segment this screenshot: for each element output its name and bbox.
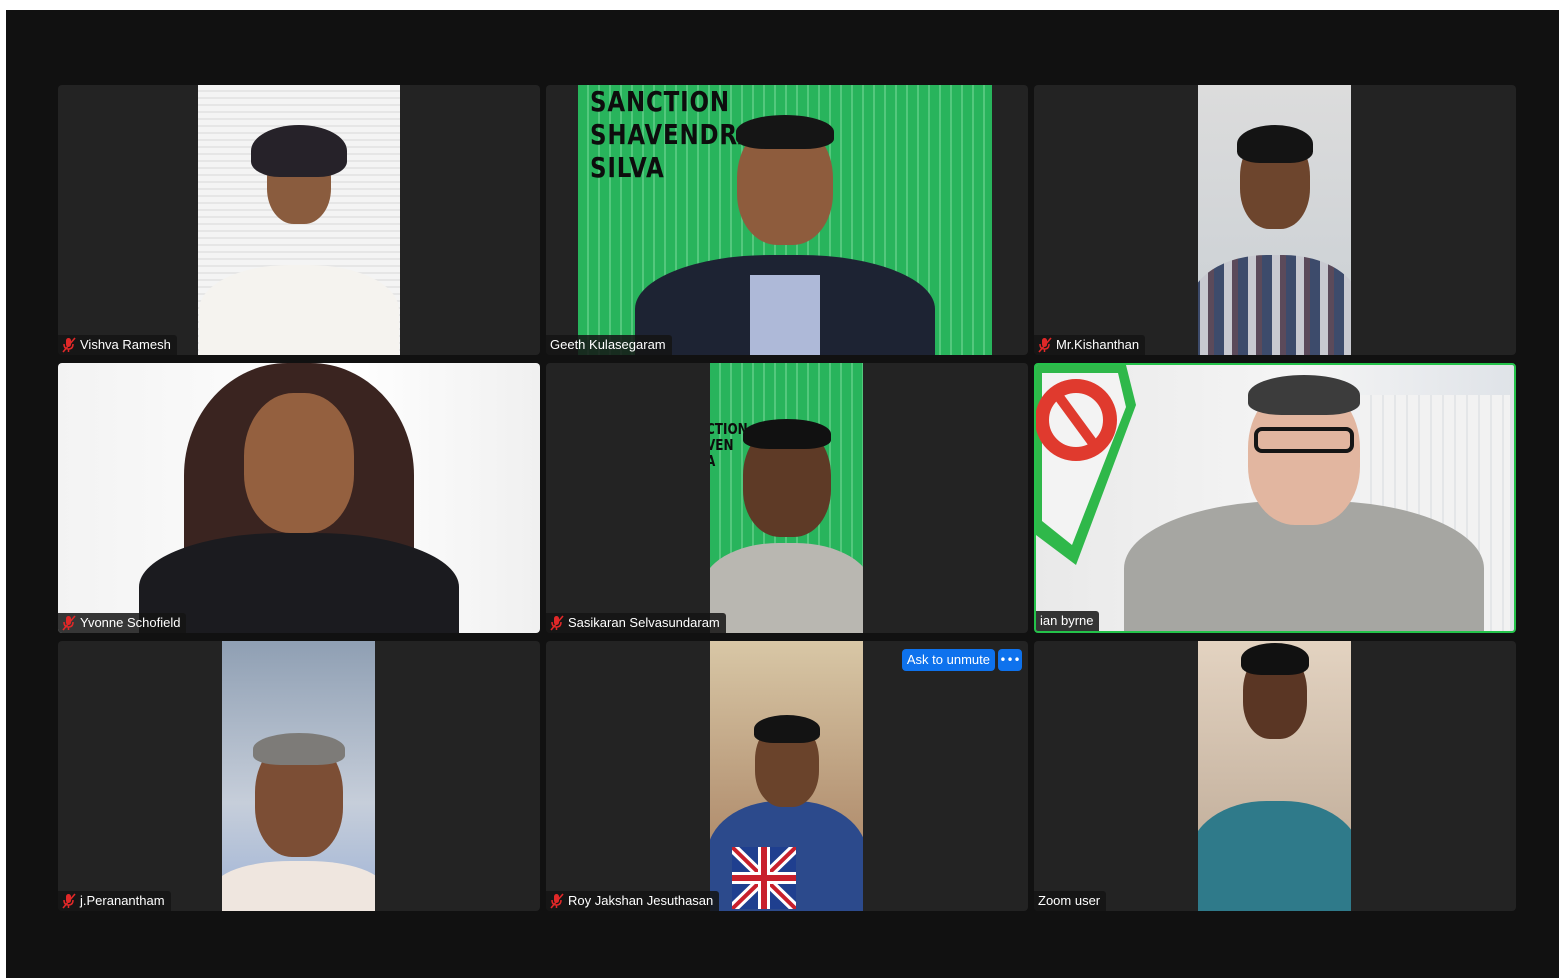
muted-mic-icon [62,615,76,631]
person-body [1198,801,1351,911]
muted-mic-icon [550,615,564,631]
participant-name: ian byrne [1040,613,1094,628]
gallery-view: Vishva Ramesh SANCTION SHAVENDRA SILVA G… [58,85,1516,911]
person-glasses [1253,427,1354,453]
participant-video [58,363,540,633]
participant-tile-geeth-kulasegaram[interactable]: SANCTION SHAVENDRA SILVA Geeth Kulasegar… [546,85,1028,355]
participant-tile-mr-kishanthan[interactable]: Mr.Kishanthan [1034,85,1516,355]
participant-video: SANCTION SHAVENDRA SILVA [578,85,992,355]
participant-video [1036,365,1514,631]
participant-name-tag: Geeth Kulasegaram [546,335,672,355]
participant-tile-sasikaran-selvasundaram[interactable]: CTION VEN A Sasikaran Selvasundaram [546,363,1028,633]
meeting-window: Vishva Ramesh SANCTION SHAVENDRA SILVA G… [6,10,1559,978]
muted-mic-icon [550,893,564,909]
participant-name-tag: Mr.Kishanthan [1034,335,1146,355]
participant-name: Mr.Kishanthan [1056,337,1140,352]
participant-name-tag: Vishva Ramesh [58,335,177,355]
participant-video [1198,641,1351,911]
participant-name: Sasikaran Selvasundaram [568,615,720,630]
person-body [710,543,863,633]
person-cap [251,125,347,177]
participant-name-tag: ian byrne [1036,611,1100,631]
participant-name-tag: Yvonne Schofield [58,613,187,633]
participant-name-tag: Sasikaran Selvasundaram [546,613,726,633]
participant-video [1198,85,1351,355]
more-options-button[interactable]: ••• [998,649,1022,671]
person-hair [736,115,834,149]
participant-name-tag: Roy Jakshan Jesuthasan [546,891,720,911]
participant-tile-vishva-ramesh[interactable]: Vishva Ramesh [58,85,540,355]
backdrop-banner: CTION VEN A [710,420,748,469]
person-head [244,393,354,533]
person-hair [742,419,831,449]
participant-tile-yvonne-schofield[interactable]: Yvonne Schofield [58,363,540,633]
participant-name: j.Peranantham [80,893,165,908]
person-hair [1240,643,1309,675]
participant-tile-ian-byrne[interactable]: ian byrne [1034,363,1516,633]
person-body [199,265,399,355]
participant-name: Zoom user [1038,893,1101,908]
person-body [1198,255,1351,355]
person-hair [753,715,820,743]
participant-name-tag: Zoom user [1034,891,1107,911]
wall-art [1036,365,1136,565]
participant-video [710,641,863,911]
person-hair [1247,375,1360,415]
muted-mic-icon [62,893,76,909]
participant-video [198,85,400,355]
ask-to-unmute-button[interactable]: Ask to unmute [901,649,995,671]
participant-name: Yvonne Schofield [80,615,181,630]
person-body [222,861,375,911]
person-hair [252,733,345,765]
muted-mic-icon [1038,337,1052,353]
participant-tile-j-peranantham[interactable]: j.Peranantham [58,641,540,911]
participant-video: CTION VEN A [710,363,863,633]
union-jack-print [732,847,796,909]
person-body [139,533,459,633]
backdrop-banner: SANCTION SHAVENDRA SILVA [590,85,757,184]
muted-mic-icon [62,337,76,353]
participant-tile-roy-jakshan-jesuthasan[interactable]: Ask to unmute ••• Roy Jakshan Jesuthasan [546,641,1028,911]
participant-name: Vishva Ramesh [80,337,171,352]
participant-tile-zoom-user[interactable]: Zoom user [1034,641,1516,911]
participant-actions: Ask to unmute ••• [901,649,1022,671]
participant-name: Roy Jakshan Jesuthasan [568,893,714,908]
person-hair [1236,125,1313,163]
participant-name-tag: j.Peranantham [58,891,171,911]
person-shirt [750,275,820,355]
participant-name: Geeth Kulasegaram [550,337,666,352]
participant-video [222,641,375,911]
